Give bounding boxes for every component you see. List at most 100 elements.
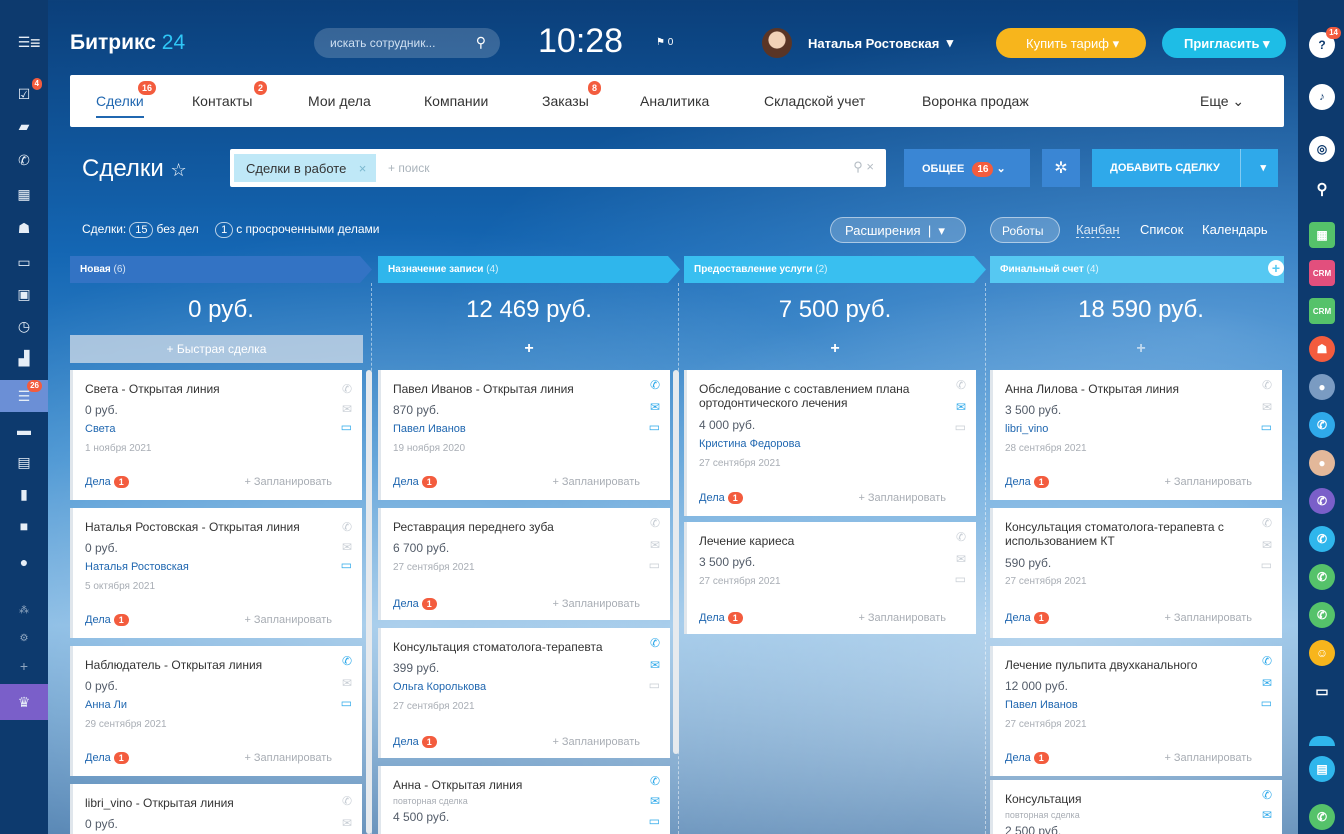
phone-call-5-icon[interactable]: ✆ [1309,602,1335,628]
mail-icon[interactable]: ✉ [1262,808,1272,822]
filter-chip[interactable]: Сделки в работе × [234,154,377,182]
deal-tasks[interactable]: Дела 1 [85,476,129,488]
deal-tasks[interactable]: Дела 1 [85,752,129,764]
settings-circle-icon[interactable]: ● [14,552,34,572]
tab-contacts[interactable]: Контакты 2 [192,81,268,109]
phone-icon[interactable]: ✆ [342,654,352,668]
deal-tasks[interactable]: Дела 1 [1005,752,1049,764]
overdue-count[interactable]: 1 [215,222,234,238]
phone-icon[interactable]: ✆ [956,378,966,392]
users-icon[interactable]: ☗ [14,218,34,238]
chat-bubble-icon[interactable]: ▭ [1309,678,1335,704]
common-category-button[interactable]: ОБЩЕЕ 16 ⌄ [904,149,1030,187]
mail-icon[interactable]: ✉ [342,676,352,690]
deal-card[interactable]: Света - Открытая линия 0 руб. Света 1 но… [70,370,362,500]
add-stage-icon[interactable]: + [1268,260,1284,276]
phone-icon[interactable]: ✆ [1262,378,1272,392]
deal-card[interactable]: Лечение кариеса 3 500 руб. 27 сентября 2… [684,522,976,634]
cart-icon[interactable]: ▟ [14,348,34,368]
deal-card[interactable]: libri_vino - Открытая линия 0 руб. ✆ ✉ [70,784,362,834]
video-icon[interactable]: ■ [14,516,34,536]
chat-icon[interactable]: ▭ [649,678,660,692]
deal-card[interactable]: Лечение пульпита двухканального 12 000 р… [990,646,1282,776]
search-icon[interactable]: ⚲ [476,34,486,51]
schedule-link[interactable]: + Запланировать [552,476,640,488]
mail-icon[interactable]: ✉ [650,400,660,414]
schedule-link[interactable]: + Запланировать [244,752,332,764]
messenger-icon[interactable]: ◎ [1309,136,1335,162]
group-icon[interactable]: ☗ [1309,336,1335,362]
tab-my-tasks[interactable]: Мои дела [308,93,371,109]
deal-contact[interactable]: Павел Иванов [1005,699,1078,711]
mail-icon[interactable]: ✉ [342,402,352,416]
deal-title[interactable]: Наталья Ростовская - Открытая линия [85,520,325,534]
sitemap-icon[interactable]: ⁂ [14,600,34,620]
deal-tasks[interactable]: Дела 1 [1005,476,1049,488]
add-deal-plus-icon[interactable]: + [996,340,1286,358]
deal-contact[interactable]: Кристина Федорова [699,438,800,450]
deal-card[interactable]: Обследование с составлением плана ортодо… [684,370,976,516]
chat-icon[interactable]: ▭ [341,558,352,572]
deal-contact[interactable]: Павел Иванов [393,423,466,435]
phone-icon[interactable]: ✆ [956,530,966,544]
tab-deals[interactable]: Сделки 16 [96,81,157,118]
chat-icon[interactable]: ▭ [1261,558,1272,572]
deal-card[interactable]: Консультация повторная сделка 2 500 руб.… [990,780,1282,834]
tab-more[interactable]: Еще ⌄ [1200,93,1244,110]
phone-icon[interactable]: ✆ [650,774,660,788]
stage-final-title[interactable]: Финальный счет (4) [990,256,1099,283]
no-tasks-count[interactable]: 15 [129,222,154,238]
chat-icon[interactable]: ▭ [649,814,660,828]
mail-icon[interactable]: ✉ [1262,538,1272,552]
deal-tasks[interactable]: Дела 1 [85,614,129,626]
schedule-link[interactable]: + Запланировать [1164,476,1252,488]
tab-orders[interactable]: Заказы 8 [542,81,602,109]
phone-icon[interactable]: ✆ [342,794,352,808]
add-deal-plus-icon[interactable]: + [690,340,980,358]
buy-tariff-button[interactable]: Купить тариф ▾ [996,28,1146,58]
view-list[interactable]: Список [1140,222,1183,237]
plus-icon[interactable]: + [14,656,34,676]
robots-button[interactable]: Роботы [990,217,1060,243]
deal-title[interactable]: Лечение кариеса [699,534,939,548]
bell-icon[interactable]: ♪ [1309,84,1335,110]
mail-icon[interactable]: ✉ [650,794,660,808]
mail-icon[interactable]: ✉ [956,552,966,566]
clock-icon[interactable]: ◷ [14,316,34,336]
gear-icon[interactable]: ⚙ [14,628,34,648]
mail-icon[interactable]: ✉ [956,400,966,414]
deal-title[interactable]: Лечение пульпита двухканального [1005,658,1245,672]
contact-avatar-icon[interactable]: ● [1309,374,1335,400]
schedule-link[interactable]: + Запланировать [858,612,946,624]
chat-icon[interactable]: ▭ [649,558,660,572]
mail-icon[interactable]: ✉ [1262,676,1272,690]
search-clear-icons[interactable]: ⚲ × [853,159,874,175]
phone-icon[interactable]: ✆ [14,150,34,170]
mail-icon[interactable]: ✉ [342,540,352,554]
drive-icon[interactable]: ▭ [14,252,34,272]
deal-title[interactable]: Консультация стоматолога-терапевта [393,640,633,654]
deal-card[interactable]: Анна Лилова - Открытая линия 3 500 руб. … [990,370,1282,500]
deal-title[interactable]: Анна - Открытая линия [393,778,633,792]
calendar-icon[interactable]: ▣ [14,284,34,304]
column-scrollbar[interactable] [673,370,679,754]
phone-icon[interactable]: ✆ [342,520,352,534]
schedule-link[interactable]: + Запланировать [1164,612,1252,624]
deal-contact[interactable]: Света [85,423,115,435]
tab-warehouse[interactable]: Складской учет [764,93,865,109]
user-menu[interactable]: Наталья Ростовская ▾ [762,26,953,60]
deal-contact[interactable]: Анна Ли [85,699,127,711]
tab-analytics[interactable]: Аналитика [640,93,709,109]
store-icon[interactable]: ▬ [14,420,34,440]
deal-card[interactable]: Наблюдатель - Открытая линия 0 руб. Анна… [70,646,362,776]
chat-icon[interactable]: ▭ [1261,696,1272,710]
deal-title[interactable]: Анна Лилова - Открытая линия [1005,382,1245,396]
settings-button[interactable]: ✲ [1042,149,1080,187]
crm-chat-icon[interactable]: CRM [1309,260,1335,286]
crm-form-icon[interactable]: CRM [1309,298,1335,324]
phone-call-icon[interactable]: ✆ [1309,412,1335,438]
deal-card[interactable]: Консультация стоматолога-терапевта с исп… [990,508,1282,638]
tab-sales-funnel[interactable]: Воронка продаж [922,93,1029,109]
phone-icon[interactable]: ✆ [650,516,660,530]
deal-title[interactable]: Света - Открытая линия [85,382,325,396]
